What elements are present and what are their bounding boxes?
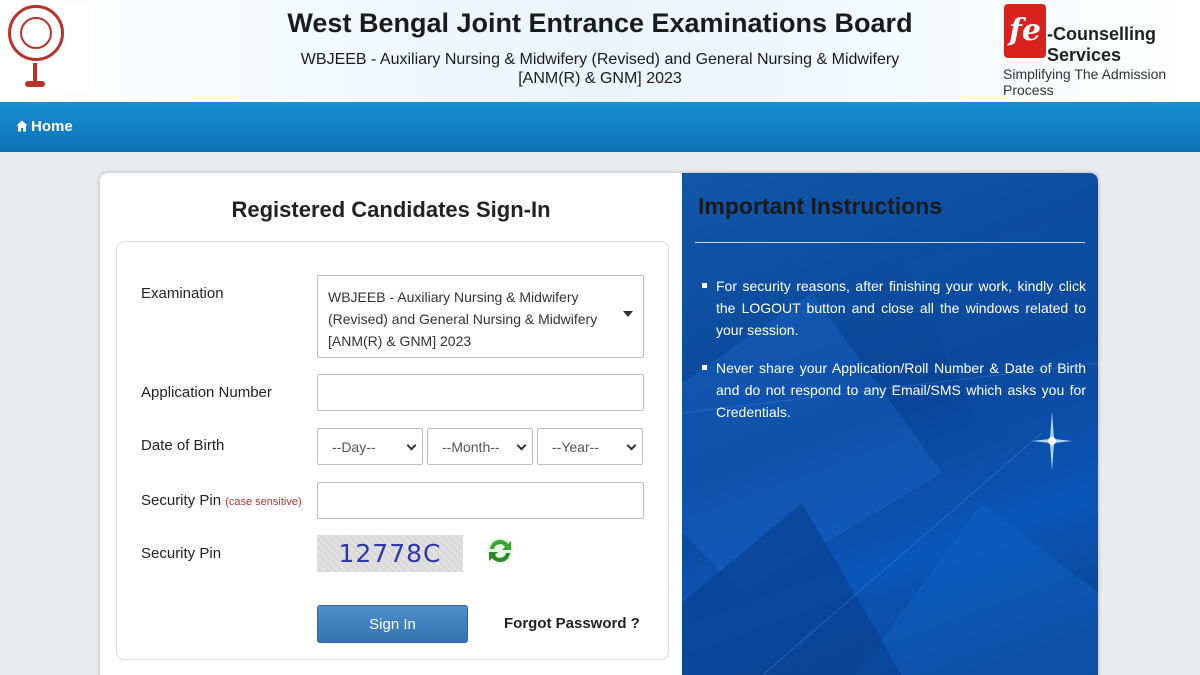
divider — [695, 242, 1085, 243]
exam-label: Examination — [141, 285, 224, 302]
site-subtitle: WBJEEB - Auxiliary Nursing & Midwifery (… — [300, 50, 900, 88]
application-number-input[interactable] — [317, 374, 644, 411]
nav-bar: Home — [0, 102, 1200, 152]
dob-month-select[interactable]: --Month-- — [427, 428, 533, 465]
dob-label: Date of Birth — [141, 437, 225, 454]
instruction-item: Never share your Application/Roll Number… — [702, 357, 1086, 423]
site-header: West Bengal Joint Entrance Examinations … — [0, 0, 1200, 102]
security-pin-label-text: Security Pin — [141, 492, 222, 509]
signin-title: Registered Candidates Sign-In — [231, 197, 551, 222]
chevron-down-icon — [406, 440, 417, 451]
signin-form: Examination WBJEEB - Auxiliary Nursing &… — [116, 241, 669, 660]
wbjeeb-logo — [0, 3, 93, 93]
dob-month-value: --Month-- — [442, 439, 500, 455]
exam-selected-value: WBJEEB - Auxiliary Nursing & Midwifery (… — [328, 289, 598, 349]
dob-day-select[interactable]: --Day-- — [317, 428, 423, 465]
instructions-title: Important Instructions — [698, 193, 943, 219]
captcha-label: Security Pin — [141, 545, 222, 562]
app-number-label: Application Number — [141, 384, 272, 401]
signin-button[interactable]: Sign In — [317, 605, 468, 643]
chevron-down-icon — [626, 440, 637, 451]
site-title: West Bengal Joint Entrance Examinations … — [287, 8, 913, 38]
signin-card: Registered Candidates Sign-In Examinatio… — [100, 173, 1098, 675]
logo-tagline: Simplifying The Admission Process — [1003, 66, 1167, 98]
instructions-list: For security reasons, after finishing yo… — [702, 275, 1086, 439]
seal-icon — [8, 5, 64, 61]
case-sensitive-note: (case sensitive) — [225, 496, 302, 508]
instructions-panel: Important Instructions For security reas… — [682, 173, 1098, 675]
instruction-item: For security reasons, after finishing yo… — [702, 275, 1086, 341]
signin-panel: Registered Candidates Sign-In Examinatio… — [100, 173, 682, 675]
chevron-down-icon — [516, 440, 527, 451]
refresh-icon[interactable] — [485, 534, 515, 568]
forgot-password-link[interactable]: Forgot Password ? — [504, 615, 640, 632]
security-pin-label: Security Pin (case sensitive) — [141, 492, 302, 509]
logo-text: -Counselling Services — [1047, 24, 1156, 65]
captcha-image: 12778C — [317, 535, 463, 572]
subtitle-line-2: [ANM(R) & GNM] 2023 — [518, 70, 682, 87]
fe-logo-icon: fe — [1004, 4, 1046, 58]
dob-day-value: --Day-- — [332, 439, 376, 455]
nav-home-label: Home — [31, 118, 73, 135]
e-counselling-logo: fe -Counselling Services Simplifying The… — [1000, 4, 1196, 98]
dob-year-select[interactable]: --Year-- — [537, 428, 643, 465]
chevron-down-icon — [623, 311, 633, 317]
exam-select[interactable]: WBJEEB - Auxiliary Nursing & Midwifery (… — [317, 275, 644, 358]
nav-home-link[interactable]: Home — [16, 118, 73, 135]
subtitle-line-1: WBJEEB - Auxiliary Nursing & Midwifery (… — [300, 51, 900, 68]
dob-year-value: --Year-- — [552, 439, 599, 455]
security-pin-input[interactable] — [317, 482, 644, 519]
home-icon — [16, 120, 28, 132]
